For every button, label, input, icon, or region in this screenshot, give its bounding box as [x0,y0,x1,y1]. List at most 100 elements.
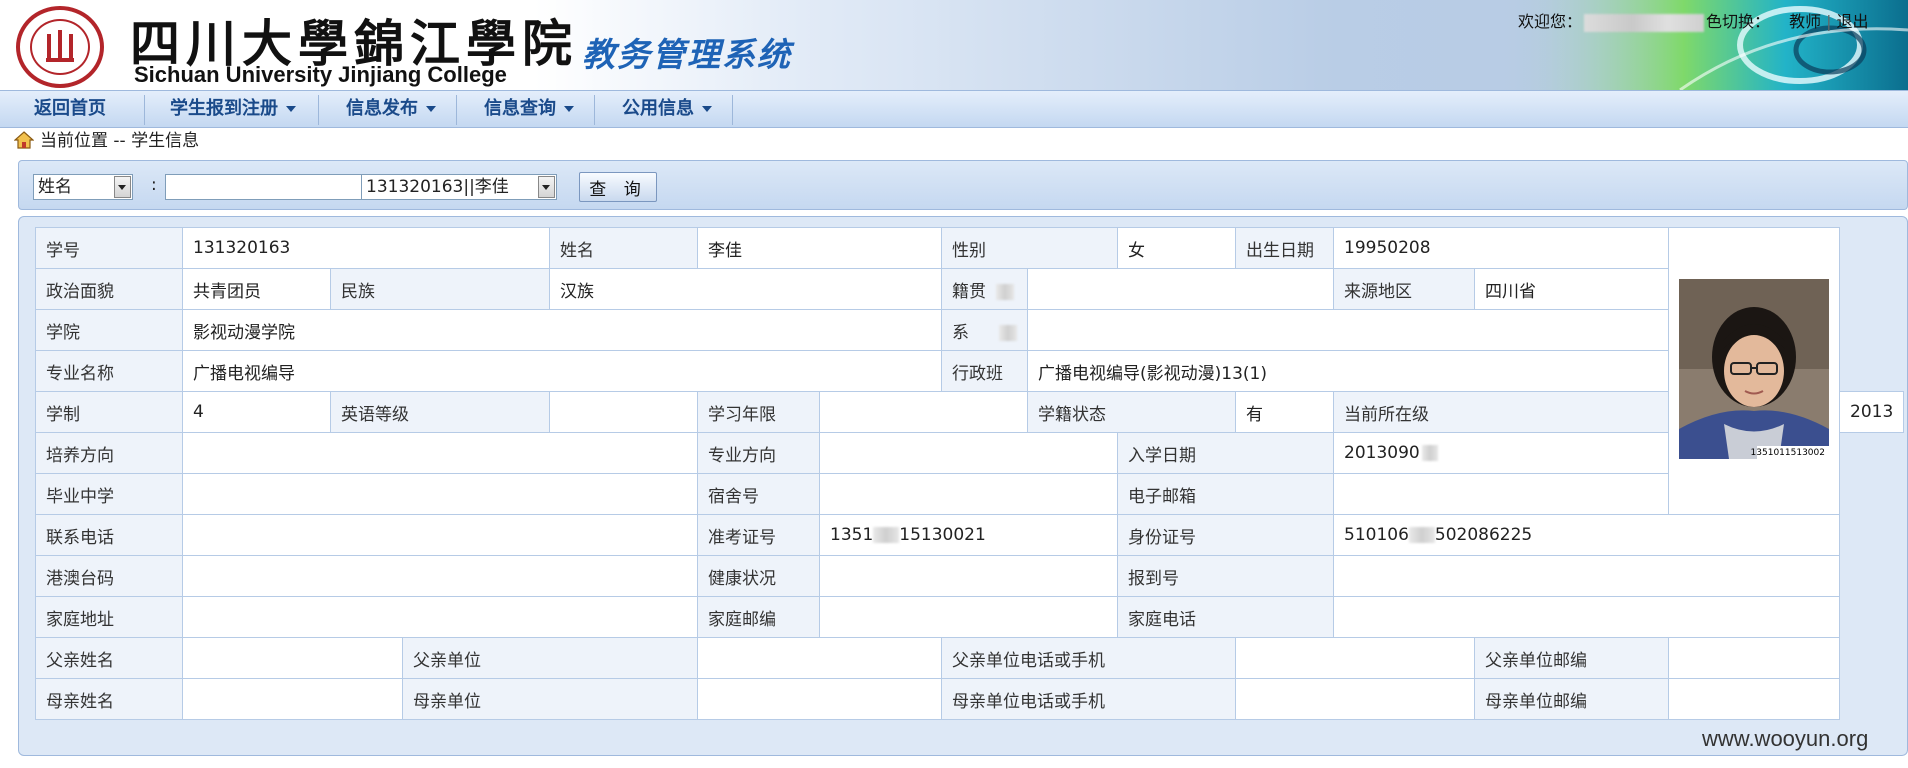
value-email [1333,473,1669,515]
value-political: 共青团员 [182,268,331,310]
search-field-value: 姓名 [38,177,72,197]
value-mother-work [697,678,942,720]
table-row: 联系电话 准考证号 1351 15130021 身份证号 510106 502086… [35,514,1904,556]
value-mother-phone [1235,678,1475,720]
table-row: 学号 131320163 姓名 李佳 性别 女 出生日期 19950208 13… [35,227,1904,515]
label-idcard: 身份证号 [1117,514,1334,556]
nav-info-query[interactable]: 信息查询 [484,91,574,127]
label-zip: 家庭邮编 [697,596,820,638]
table-row: 家庭地址 家庭邮编 家庭电话 [35,596,1904,638]
table-row: 学院 影视动漫学院 系 [35,309,1904,351]
label-report: 报到号 [1117,555,1334,597]
label-training: 培养方向 [35,432,183,474]
value-idcard: 510106 502086225 [1333,514,1840,556]
nav-public-info[interactable]: 公用信息 [622,91,712,127]
label-origin: 来源地区 [1333,268,1475,310]
value-ethnic: 汉族 [549,268,942,310]
value-grade: 2013 [1838,391,1905,433]
label-name: 姓名 [549,227,698,269]
nav-info-publish[interactable]: 信息发布 [346,91,436,127]
value-father-work [697,637,942,679]
theme-switch-label[interactable]: 色切换： [1706,12,1770,31]
chevron-down-icon [286,106,296,112]
value-address [182,596,698,638]
value-study-years [819,391,1028,433]
label-mother-phone: 母亲单位电话或手机 [941,678,1236,720]
value-mother-name [182,678,403,720]
table-row: 毕业中学 宿舍号 电子邮箱 [35,473,1904,515]
nav-home[interactable]: 返回首页 [34,91,106,127]
label-grade: 当前所在级 [1333,391,1669,433]
label-student-id: 学号 [35,227,183,269]
value-mother-zip [1668,678,1840,720]
label-native: 籍贯 [941,268,1028,310]
search-field-select[interactable]: 姓名 [33,174,133,200]
dropdown-arrow-icon [114,176,131,198]
value-zip [819,596,1118,638]
role-link[interactable]: 教师 [1789,12,1821,31]
dropdown-arrow-icon [538,176,555,198]
home-icon [14,131,34,149]
label-major-dir: 专业方向 [697,432,820,474]
label-status: 学籍状态 [1027,391,1236,433]
search-panel: 姓名 : 131320163||李佳 查 询 [18,160,1908,210]
label-father-phone: 父亲单位电话或手机 [941,637,1236,679]
value-gender: 女 [1117,227,1236,269]
query-button[interactable]: 查 询 [579,172,657,202]
label-english: 英语等级 [330,391,550,433]
main-nav: 返回首页 学生报到注册 信息发布 信息查询 公用信息 [0,90,1908,128]
table-row: 港澳台码 健康状况 报到号 [35,555,1904,597]
label-email: 电子邮箱 [1117,473,1334,515]
label-enroll: 入学日期 [1117,432,1334,474]
value-report [1333,555,1840,597]
label-homephone: 家庭电话 [1117,596,1334,638]
value-major-dir [819,432,1118,474]
label-ethnic: 民族 [330,268,550,310]
label-mother-work: 母亲单位 [402,678,698,720]
search-colon: : [151,175,157,195]
label-study-years: 学习年限 [697,391,820,433]
welcome-label: 欢迎您： [1518,12,1583,31]
label-phone: 联系电话 [35,514,183,556]
table-row: 母亲姓名 母亲单位 母亲单位电话或手机 母亲单位邮编 [35,678,1904,720]
label-dept: 系 [941,309,1028,351]
breadcrumb-text: 当前位置 -- 学生信息 [40,131,200,151]
label-father-zip: 父亲单位邮编 [1474,637,1669,679]
label-highschool: 毕业中学 [35,473,183,515]
logout-link[interactable]: 退出 [1837,12,1869,31]
value-phone [182,514,698,556]
header: 四川大學錦江學院 Sichuan University Jinjiang Col… [0,0,1908,90]
nav-student-registration[interactable]: 学生报到注册 [170,91,296,127]
table-row: 专业名称 广播电视编导 行政班 广播电视编导(影视动漫)13(1) [35,350,1904,392]
student-info-table: 学号 131320163 姓名 李佳 性别 女 出生日期 19950208 13… [35,227,1905,720]
label-class: 行政班 [941,350,1028,392]
value-father-name [182,637,403,679]
table-row: 学制 4 英语等级 学习年限 学籍状态 有 当前所在级 2013 [35,391,1905,433]
chevron-down-icon [564,106,574,112]
value-birth: 19950208 [1333,227,1669,269]
school-logo [16,6,104,88]
table-row: 父亲姓名 父亲单位 父亲单位电话或手机 父亲单位邮编 [35,637,1904,679]
value-status: 有 [1235,391,1334,433]
search-result-value: 131320163||李佳 [366,177,509,197]
label-mother-name: 母亲姓名 [35,678,183,720]
label-father-name: 父亲姓名 [35,637,183,679]
value-dorm [819,473,1118,515]
search-result-select[interactable]: 131320163||李佳 [361,174,557,200]
system-title: 教务管理系统 [582,35,792,74]
label-dorm: 宿舍号 [697,473,820,515]
value-homephone [1333,596,1840,638]
student-photo: 1351011513002 [1679,278,1829,459]
top-links: 欢迎您： 色切换： 教师 | 退出 [1518,12,1869,32]
table-row: 培养方向 专业方向 入学日期 2013090 [35,432,1904,474]
value-enroll: 2013090 [1333,432,1669,474]
photo-caption: 1351011513002 [1750,447,1825,458]
value-major: 广播电视编导 [182,350,942,392]
watermark: www.wooyun.org [1702,726,1869,751]
label-major: 专业名称 [35,350,183,392]
value-hkmt [182,555,698,597]
label-exam: 准考证号 [697,514,820,556]
search-input[interactable] [165,174,379,200]
value-father-phone [1235,637,1475,679]
value-native [1027,268,1334,310]
